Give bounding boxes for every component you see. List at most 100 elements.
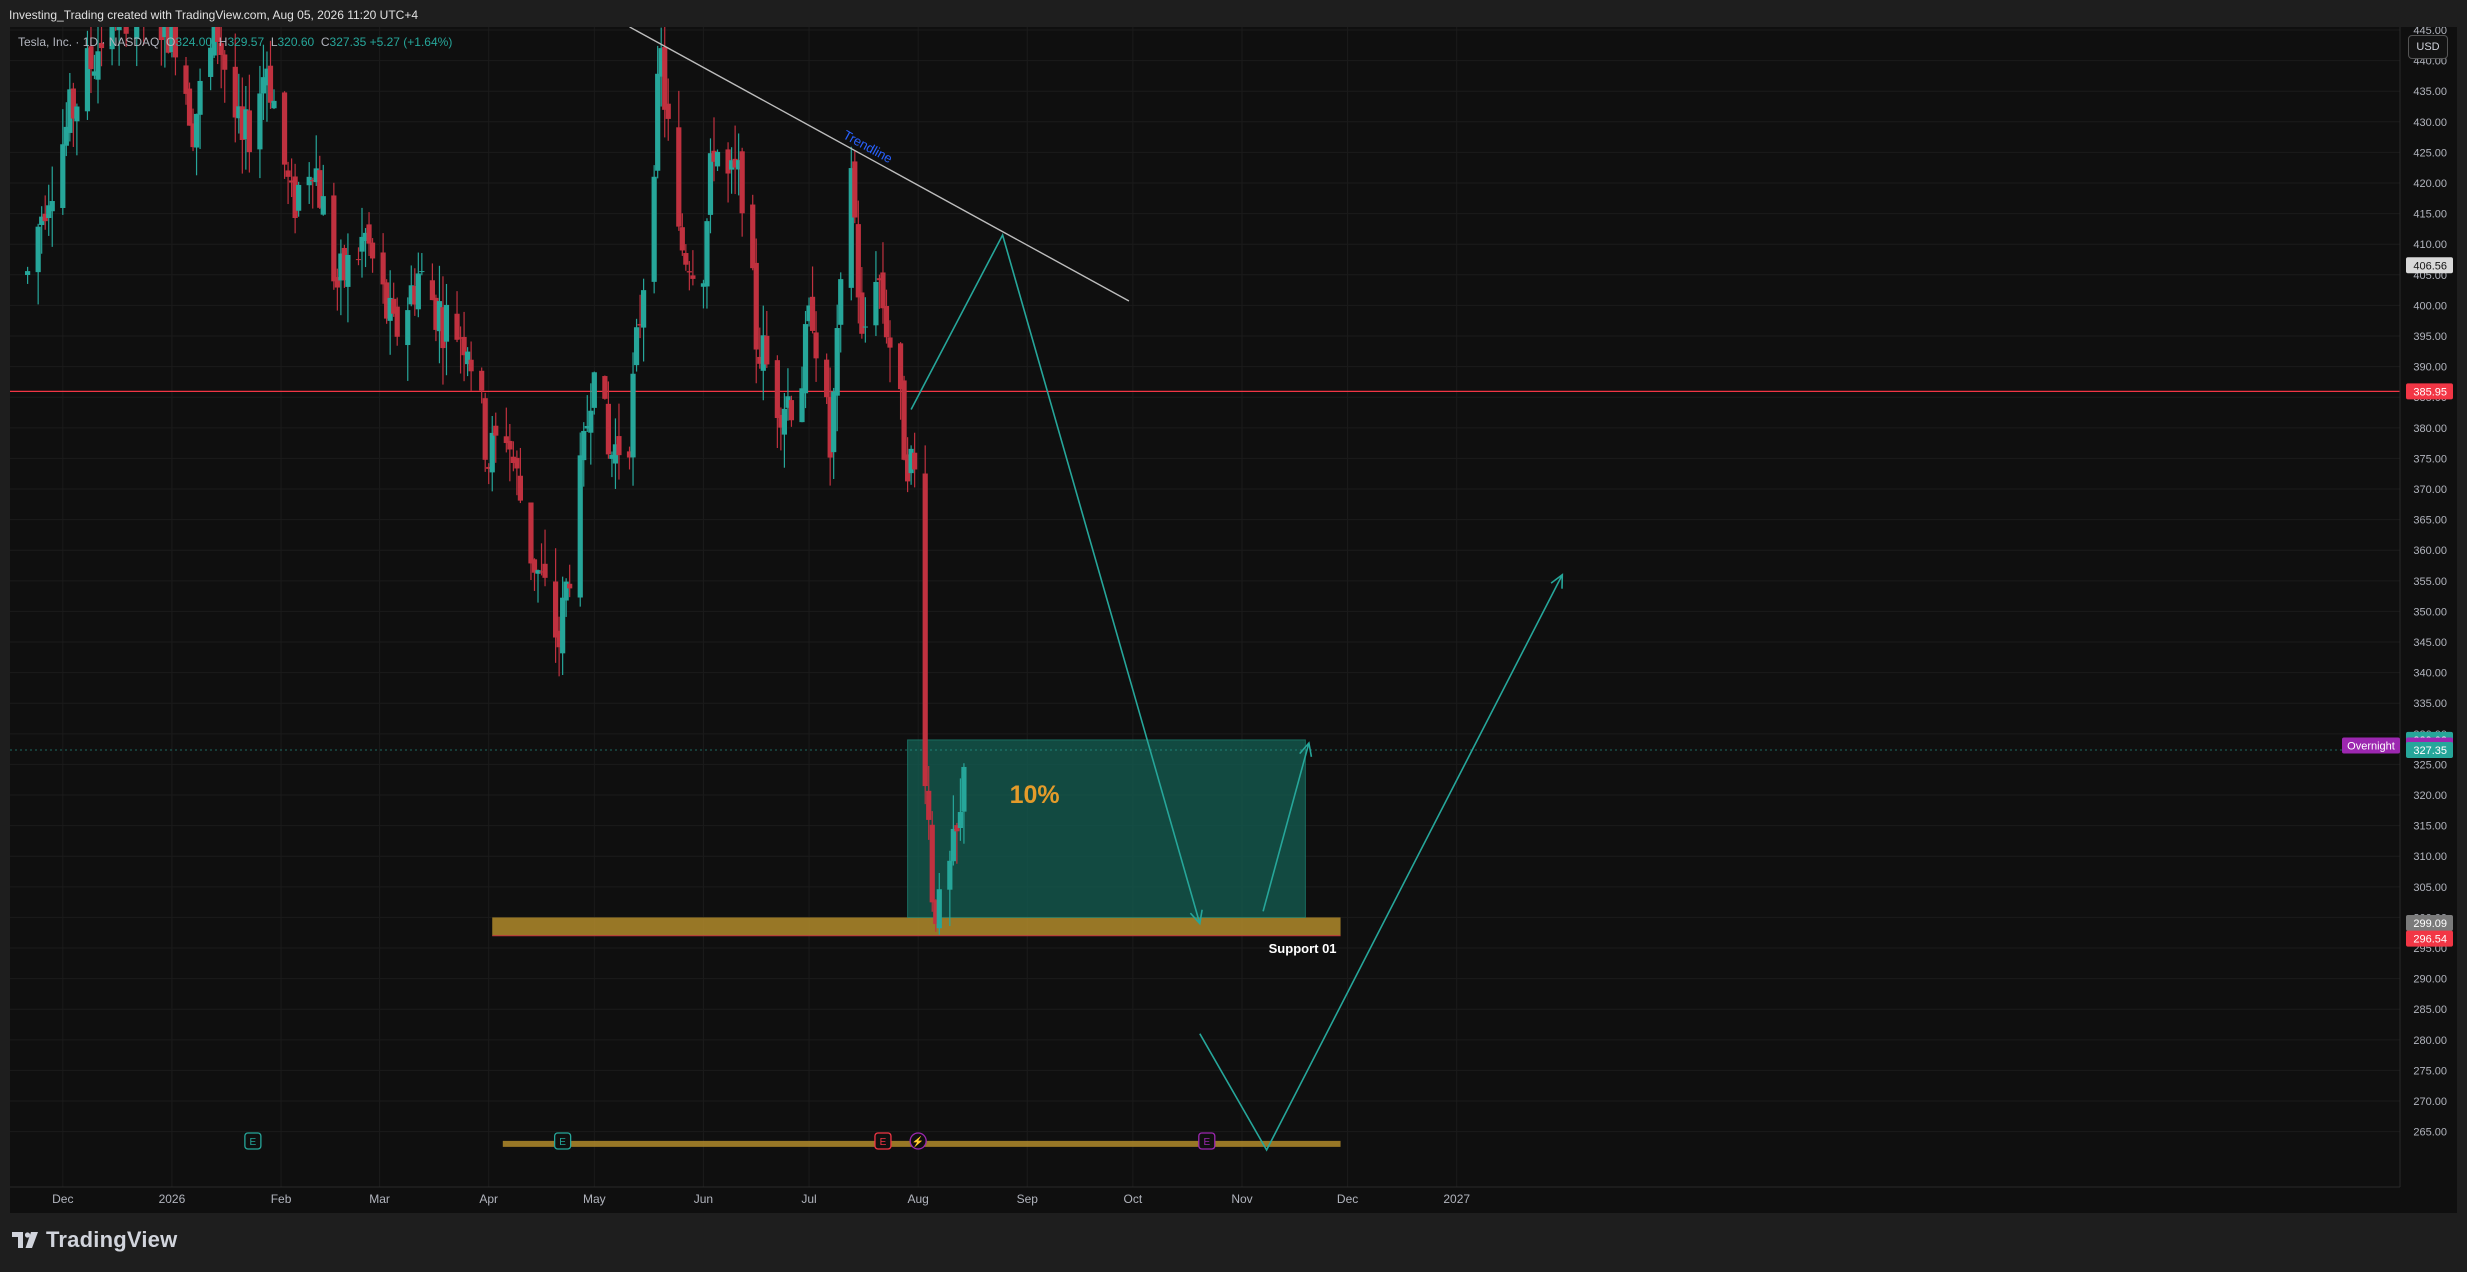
candle-body [591, 372, 597, 408]
candle-body [415, 273, 421, 310]
candle-body [676, 127, 682, 227]
price-label-badge: 296.54 [2406, 930, 2453, 947]
candle-body [489, 432, 495, 473]
low-value: 320.60 [277, 35, 315, 49]
price-label-text: 299.09 [2413, 918, 2447, 930]
candle-body [662, 47, 668, 110]
candle-body [507, 440, 513, 450]
candle-body [281, 92, 288, 165]
price-tick-label: 315.00 [2413, 821, 2447, 833]
candle-body [345, 254, 351, 287]
candle-body [493, 425, 499, 436]
candle-body [799, 388, 805, 423]
candle-body [802, 324, 809, 394]
candle-body [686, 271, 692, 273]
price-tick-label: 325.00 [2413, 759, 2447, 771]
candle-body [809, 296, 816, 331]
candle-body [957, 812, 963, 829]
open-value: 324.00 [175, 35, 213, 49]
price-tick-label: 435.00 [2413, 86, 2447, 98]
candle-body [419, 271, 425, 273]
event-label: E [880, 1137, 887, 1148]
candle [852, 150, 858, 224]
candle-body [633, 327, 640, 366]
candle-body [443, 304, 450, 342]
candle-body [197, 80, 203, 115]
candle-body [901, 380, 907, 460]
candle-body [257, 93, 263, 150]
candle-body [116, 27, 122, 31]
candle-body [429, 280, 435, 301]
time-tick-label: Feb [271, 1192, 292, 1206]
time-tick-label: Nov [1231, 1192, 1252, 1206]
price-label-badge: 406.56 [2406, 257, 2453, 274]
candle-body [714, 151, 721, 167]
candle-body [764, 335, 770, 365]
price-tick-label: 430.00 [2413, 117, 2447, 129]
candle [651, 165, 657, 294]
candle-body [605, 403, 611, 455]
candle-body [577, 455, 583, 598]
bottom-bar: TradingView [0, 1213, 2467, 1272]
candle [331, 182, 337, 290]
tradingview-icon [12, 1232, 38, 1248]
price-tick-label: 380.00 [2413, 423, 2447, 435]
candle-body [929, 824, 935, 903]
price-tick-label: 355.00 [2413, 576, 2447, 588]
price-tick-label: 305.00 [2413, 882, 2447, 894]
price-tick-label: 395.00 [2413, 331, 2447, 343]
chart-background [10, 27, 2457, 1213]
support-zone-label: Support 01 [1269, 941, 1337, 956]
candle-body [380, 252, 386, 285]
earnings-event-icon[interactable]: E [1198, 1132, 1216, 1150]
earnings-event-icon[interactable]: ⚡ [909, 1132, 927, 1150]
candle-body [479, 370, 485, 391]
chart-area[interactable]: Support 01 10% Trendline E E E ⚡ E 445.00 440.… [10, 27, 2457, 1213]
high-value: 329.57 [227, 35, 265, 49]
candle-body [630, 373, 636, 458]
price-tick-label: 370.00 [2413, 484, 2447, 496]
currency-button[interactable]: USD [2408, 35, 2448, 59]
candle-body [961, 766, 967, 812]
candle-body [859, 292, 865, 334]
time-tick-label: Mar [369, 1192, 390, 1206]
price-tick-label: 410.00 [2413, 239, 2447, 251]
symbol-name: Tesla, Inc. · 1D · NASDAQ [18, 35, 160, 49]
candle-body [482, 398, 488, 460]
candle-body [88, 46, 94, 70]
candle-body [912, 452, 918, 470]
event-label: E [559, 1137, 566, 1148]
candle-body [95, 51, 101, 80]
tradingview-logo[interactable]: TradingView [12, 1227, 177, 1253]
candle-body [222, 54, 228, 70]
time-tick-label: Apr [479, 1192, 498, 1206]
candle-body [123, 27, 129, 34]
candle-body [887, 337, 893, 348]
candle-body [25, 271, 31, 275]
candle-body [838, 279, 844, 325]
earnings-event-icon[interactable]: E [244, 1132, 262, 1150]
price-tick-label: 290.00 [2413, 974, 2447, 986]
candle-body [517, 475, 523, 501]
candle-body [704, 221, 710, 287]
price-tick-label: 375.00 [2413, 453, 2447, 465]
earnings-event-icon[interactable]: E [874, 1132, 892, 1150]
close-label: C [320, 35, 330, 49]
event-label: E [250, 1137, 257, 1148]
earnings-event-icon[interactable]: E [553, 1132, 572, 1150]
price-tick-label: 310.00 [2413, 851, 2447, 863]
time-axis[interactable]: Dec 2026 Feb Mar Apr May Jun Jul Aug Sep Oct Nov Dec… [10, 1186, 2457, 1213]
time-tick-label: Sep [1017, 1192, 1039, 1206]
price-chart[interactable]: Support 0110% Trendline E E E ⚡ E 445.00440.… [10, 27, 2457, 1213]
candle-body [679, 227, 685, 251]
candle-body [788, 400, 795, 421]
time-tick-label: Oct [1124, 1192, 1143, 1206]
candle-body [296, 184, 302, 211]
candle-body [366, 224, 372, 244]
candle-body [49, 201, 55, 212]
symbol-legend[interactable]: Tesla, Inc. · 1D · NASDAQ O324.00 H329.5… [18, 35, 452, 49]
candle-body [186, 88, 193, 126]
price-label-text: 406.56 [2413, 260, 2447, 272]
candle-body [369, 242, 376, 259]
candle-body [683, 253, 689, 265]
